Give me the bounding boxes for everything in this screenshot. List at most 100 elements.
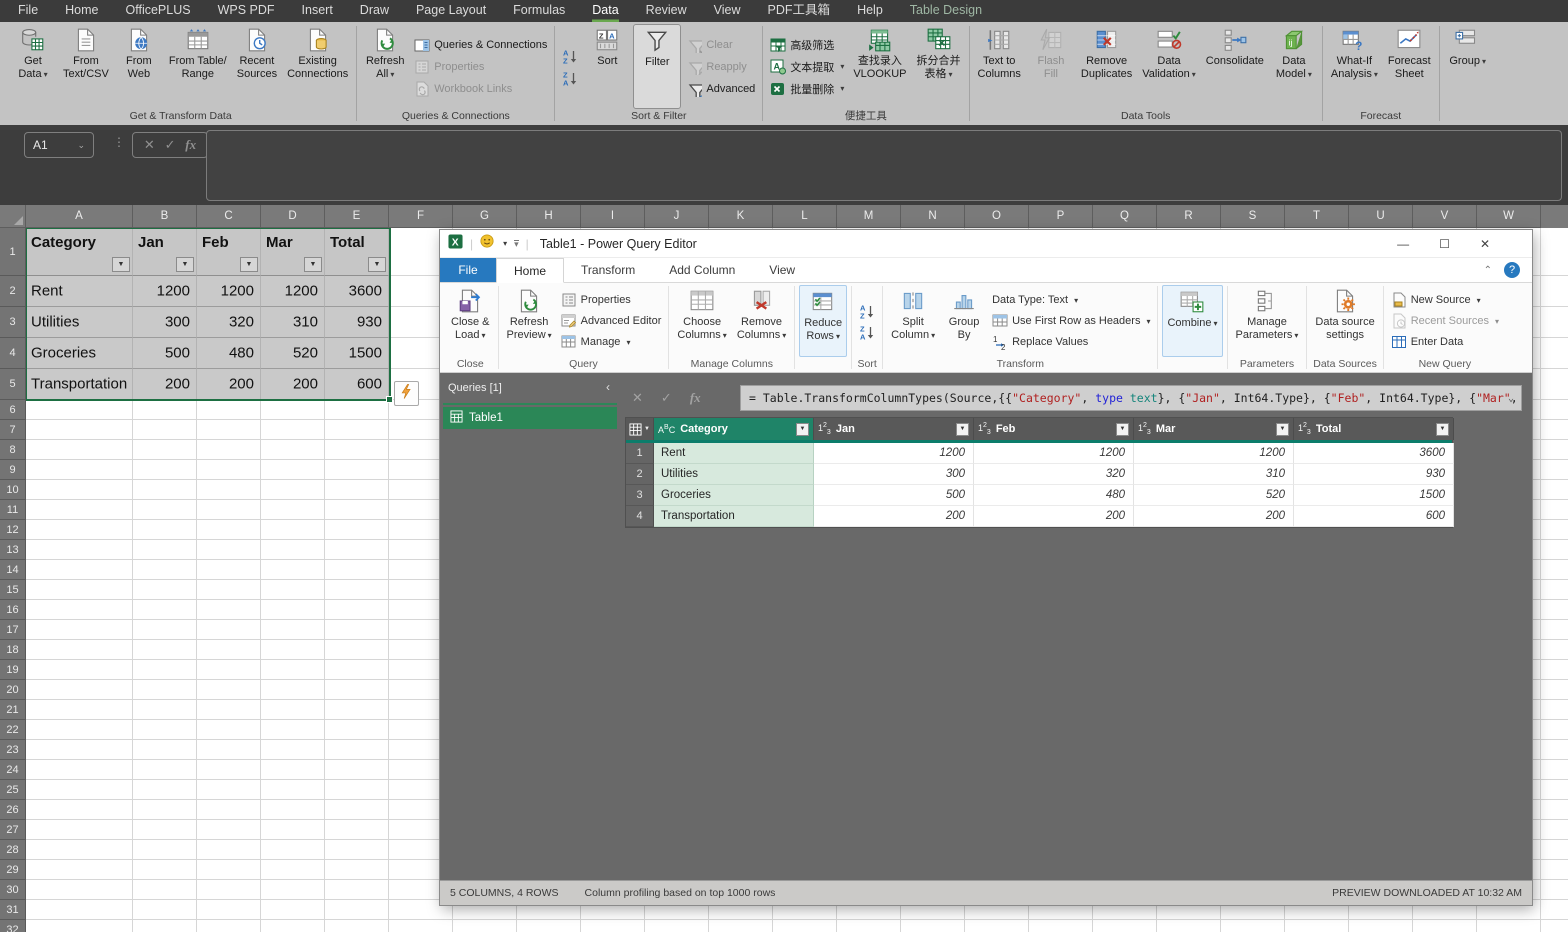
row-header-32[interactable]: 32 — [0, 920, 26, 932]
remove-duplicates-button[interactable]: RemoveDuplicates — [1077, 24, 1136, 109]
row-header-9[interactable]: 9 — [0, 460, 26, 480]
grid-select-all-button[interactable]: ▼ — [626, 418, 654, 440]
table-cell[interactable]: 1200 — [197, 276, 261, 307]
combine-button[interactable]: Combine▾ — [1162, 285, 1222, 357]
row-header-4[interactable]: 4 — [0, 338, 26, 369]
grid-column-header-total[interactable]: 123Total▼ — [1294, 418, 1454, 440]
grid-column-header-feb[interactable]: 123Feb▼ — [974, 418, 1134, 440]
collapse-pane-icon[interactable]: ‹ — [606, 380, 610, 394]
grid-cell[interactable]: 1200 — [814, 443, 974, 464]
grid-cell[interactable]: 3600 — [1294, 443, 1454, 464]
select-all-corner[interactable] — [0, 205, 26, 228]
column-header-J[interactable]: J — [645, 205, 709, 228]
grid-cell[interactable]: 310 — [1134, 464, 1294, 485]
filter-dropdown-button[interactable]: ▼ — [112, 257, 130, 272]
table-cell[interactable]: Transportation — [26, 369, 133, 400]
column-header-W[interactable]: W — [1477, 205, 1541, 228]
get-data-button[interactable]: GetData▾ — [9, 24, 57, 109]
table-cell[interactable]: 480 — [197, 338, 261, 369]
menu-tab-wps-pdf[interactable]: WPS PDF — [218, 0, 275, 22]
from-text-csv-button[interactable]: FromText/CSV — [59, 24, 113, 109]
queries-connections-button[interactable]: Queries & Connections — [411, 34, 550, 55]
pq-tab-transform[interactable]: Transform — [564, 258, 652, 282]
menu-tab-help[interactable]: Help — [857, 0, 883, 22]
smiley-feedback-icon[interactable] — [480, 234, 494, 253]
data-model-button[interactable]: ijDataModel▾ — [1270, 24, 1318, 109]
existing-connections-button[interactable]: ExistingConnections — [283, 24, 352, 109]
name-box[interactable]: A1 ⌄ — [24, 132, 94, 158]
grid-column-header-jan[interactable]: 123Jan▼ — [814, 418, 974, 440]
consolidate-button[interactable]: Consolidate — [1202, 24, 1268, 109]
column-header-L[interactable]: L — [773, 205, 837, 228]
table-cell[interactable]: 500 — [133, 338, 197, 369]
row-header-21[interactable]: 21 — [0, 700, 26, 720]
pq-formula-input[interactable]: = Table.TransformColumnTypes(Source,{{"C… — [740, 385, 1522, 411]
pq-title-bar[interactable]: X | ▾ ▾ | Table1 - Power Query Editor — … — [440, 230, 1532, 258]
row-header-8[interactable]: 8 — [0, 440, 26, 460]
grid-cell[interactable]: Transportation — [654, 506, 814, 527]
filter-dropdown-button[interactable]: ▼ — [304, 257, 322, 272]
grid-cell[interactable]: Rent — [654, 443, 814, 464]
data-type-text-button[interactable]: Data Type: Text▾ — [989, 290, 1153, 310]
拆分合并-表格-button[interactable]: 拆分合并表格▾ — [913, 24, 965, 109]
menu-tab-file[interactable]: File — [18, 0, 38, 22]
grid-cell[interactable]: Groceries — [654, 485, 814, 506]
column-header-P[interactable]: P — [1029, 205, 1093, 228]
column-header-G[interactable]: G — [453, 205, 517, 228]
grid-cell[interactable]: 320 — [974, 464, 1134, 485]
table-header-cell[interactable]: Mar▼ — [261, 228, 325, 276]
table-header-cell[interactable]: Jan▼ — [133, 228, 197, 276]
grid-row-number[interactable]: 4 — [626, 506, 654, 527]
table-cell[interactable]: 930 — [325, 307, 389, 338]
refresh-preview-button[interactable]: RefreshPreview▾ — [503, 285, 556, 357]
formula-input[interactable] — [206, 130, 1562, 201]
column-header-F[interactable]: F — [389, 205, 453, 228]
cancel-icon[interactable]: ✕ — [632, 390, 643, 406]
row-header-20[interactable]: 20 — [0, 680, 26, 700]
grid-cell[interactable]: 1200 — [974, 443, 1134, 464]
column-header-Q[interactable]: Q — [1093, 205, 1157, 228]
column-header-M[interactable]: M — [837, 205, 901, 228]
query-item-table1[interactable]: Table1 — [443, 407, 617, 429]
filter-button[interactable]: Filter — [633, 24, 681, 109]
grid-cell[interactable]: 200 — [974, 506, 1134, 527]
filter-dropdown-button[interactable]: ▼ — [240, 257, 258, 272]
column-header-R[interactable]: R — [1157, 205, 1221, 228]
manage-button[interactable]: Manage▾ — [558, 332, 665, 352]
column-header-U[interactable]: U — [1349, 205, 1413, 228]
minimize-button[interactable]: — — [1397, 237, 1409, 251]
row-header-22[interactable]: 22 — [0, 720, 26, 740]
filter-dropdown-button[interactable]: ▼ — [368, 257, 386, 272]
grid-cell[interactable]: 1200 — [1134, 443, 1294, 464]
menu-tab-officeplus[interactable]: OfficePLUS — [126, 0, 191, 22]
grid-cell[interactable]: 300 — [814, 464, 974, 485]
commit-icon[interactable]: ✓ — [661, 390, 672, 406]
row-header-17[interactable]: 17 — [0, 620, 26, 640]
column-filter-button[interactable]: ▼ — [956, 423, 969, 436]
help-icon[interactable]: ? — [1504, 262, 1520, 278]
row-header-11[interactable]: 11 — [0, 500, 26, 520]
高级筛选-button[interactable]: 高级筛选 — [767, 34, 847, 55]
data-validation-button[interactable]: DataValidation▾ — [1138, 24, 1200, 109]
refresh-all-button[interactable]: RefreshAll▾ — [361, 24, 409, 109]
pq-tab-add-column[interactable]: Add Column — [652, 258, 752, 282]
column-header-A[interactable]: A — [26, 205, 133, 228]
column-filter-button[interactable]: ▼ — [796, 423, 809, 436]
grid-cell[interactable]: 500 — [814, 485, 974, 506]
column-header-O[interactable]: O — [965, 205, 1029, 228]
grid-cell[interactable]: 1500 — [1294, 485, 1454, 506]
manage-parameters-button[interactable]: ManageParameters▾ — [1232, 285, 1303, 357]
workbook-links-button[interactable]: Workbook Links — [411, 78, 550, 99]
grid-row-number[interactable]: 1 — [626, 443, 654, 464]
table-cell[interactable]: 1200 — [133, 276, 197, 307]
reapply-button[interactable]: Reapply — [683, 56, 758, 77]
table-cell[interactable]: 1500 — [325, 338, 389, 369]
split-column-button[interactable]: SplitColumn▾ — [887, 285, 939, 357]
pq-tab-file[interactable]: File — [440, 258, 496, 282]
grid-row-number[interactable]: 2 — [626, 464, 654, 485]
menu-tab-page-layout[interactable]: Page Layout — [416, 0, 486, 22]
grid-row-number[interactable]: 3 — [626, 485, 654, 506]
close-button[interactable]: ✕ — [1480, 237, 1490, 251]
row-header-26[interactable]: 26 — [0, 800, 26, 820]
row-header-30[interactable]: 30 — [0, 880, 26, 900]
